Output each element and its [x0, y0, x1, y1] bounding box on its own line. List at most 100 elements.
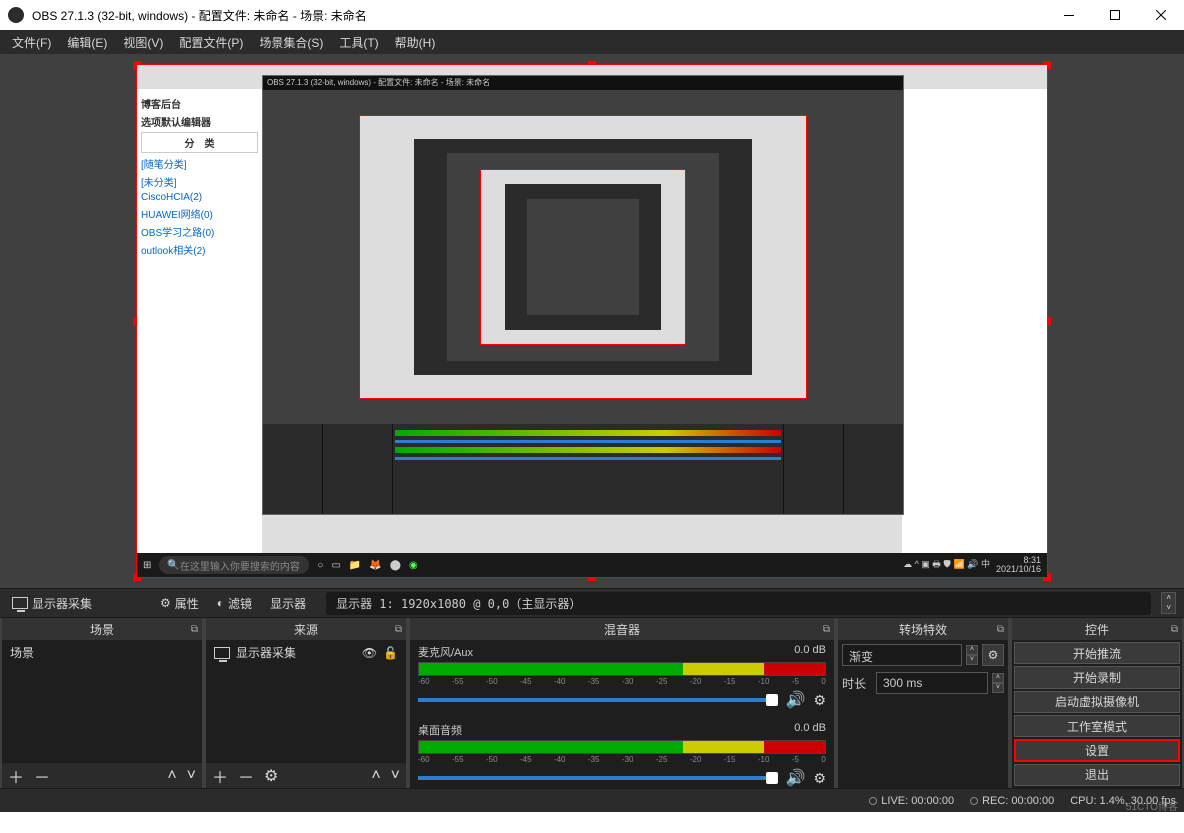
transitions-panel: 转场特效 ⧉ 渐变 ˄˅ ⚙ 时长 300 ms ˄˅ [838, 618, 1008, 788]
gear-icon: ⚙ [160, 596, 171, 610]
scenes-title: 场景 [90, 621, 114, 638]
lock-toggle[interactable]: 🔓 [383, 646, 398, 660]
start-recording-button[interactable]: 开始录制 [1014, 666, 1180, 688]
mute-button[interactable]: 🔊 [786, 768, 806, 788]
duration-stepper[interactable]: ˄˅ [992, 673, 1004, 693]
nested-obs-title: OBS 27.1.3 (32-bit, windows) - 配置文件: 未命名… [263, 76, 903, 90]
menu-edit[interactable]: 编辑(E) [59, 31, 115, 54]
studio-mode-button[interactable]: 工作室模式 [1014, 715, 1180, 737]
scene-down-button[interactable]: ˅ [187, 767, 196, 785]
preview-captured-desktop: 博客后台 选项默认编辑器 分 类 [随笔分类][未分类] CiscoHCIA(2… [137, 65, 1047, 577]
display-field-label: 显示器 [266, 593, 310, 614]
settings-button[interactable]: 设置 [1014, 739, 1180, 761]
status-bar: LIVE: 00:00:00 REC: 00:00:00 CPU: 1.4%, … [0, 788, 1184, 812]
status-rec: REC: 00:00:00 [970, 795, 1054, 807]
display-selector[interactable]: 显示器 1: 1920x1080 @ 0,0（主显示器） [326, 592, 1151, 615]
duration-label: 时长 [842, 675, 872, 692]
exit-button[interactable]: 退出 [1014, 764, 1180, 786]
display-stepper[interactable]: ˄˅ [1161, 592, 1176, 614]
preview-area[interactable]: 博客后台 选项默认编辑器 分 类 [随笔分类][未分类] CiscoHCIA(2… [0, 54, 1184, 588]
watermark: 51CTO博客 [1126, 798, 1178, 813]
close-button[interactable] [1138, 0, 1184, 30]
menu-scene-collection[interactable]: 场景集合(S) [251, 31, 331, 54]
filters-button[interactable]: ◐滤镜 [213, 593, 256, 614]
mixer-panel: 混音器 ⧉ 麦克风/Aux 0.0 dB -60-55-50-45-40-35-30… [410, 618, 834, 788]
source-toolbar: 显示器采集 ⚙属性 ◐滤镜 显示器 显示器 1: 1920x1080 @ 0,0… [0, 588, 1184, 618]
source-up-button[interactable]: ˄ [371, 767, 380, 785]
channel-settings-button[interactable]: ⚙ [813, 770, 826, 787]
controls-panel: 控件 ⧉ 开始推流 开始录制 启动虚拟摄像机 工作室模式 设置 退出 [1012, 618, 1182, 788]
remove-scene-button[interactable]: － [34, 764, 50, 788]
mixer-channel-desktop: 桌面音频 0.0 dB -60-55-50-45-40-35-30-25-20-1… [410, 718, 834, 788]
transition-type-stepper[interactable]: ˄˅ [966, 645, 978, 665]
mute-button[interactable]: 🔊 [786, 690, 806, 710]
nested-browser-right [902, 89, 1047, 553]
volume-slider[interactable] [418, 698, 778, 702]
source-label: 显示器采集 [236, 644, 296, 661]
vu-meter [418, 662, 826, 676]
dock-area: 场景 ⧉ 场景 ＋ － ˄ ˅ 来源 ⧉ 显示器采集 👁 🔓 ＋ － ⚙ ˄ [0, 618, 1184, 788]
scene-row[interactable]: 场景 [2, 640, 202, 665]
channel-db: 0.0 dB [794, 644, 826, 660]
nested-search: 🔍 在这里输入你要搜索的内容 [159, 556, 309, 574]
menubar: 文件(F) 编辑(E) 视图(V) 配置文件(P) 场景集合(S) 工具(T) … [0, 30, 1184, 54]
channel-db: 0.0 dB [794, 722, 826, 738]
channel-settings-button[interactable]: ⚙ [813, 692, 826, 709]
menu-help[interactable]: 帮助(H) [387, 31, 444, 54]
popout-icon[interactable]: ⧉ [191, 624, 198, 635]
live-indicator-icon [869, 797, 877, 805]
add-scene-button[interactable]: ＋ [8, 764, 24, 788]
transition-settings-button[interactable]: ⚙ [982, 644, 1004, 666]
windows-start-icon: ⊞ [143, 560, 151, 571]
start-virtual-cam-button[interactable]: 启动虚拟摄像机 [1014, 691, 1180, 713]
channel-name: 桌面音频 [418, 722, 462, 738]
add-source-button[interactable]: ＋ [212, 764, 228, 788]
monitor-icon [12, 597, 28, 609]
duration-input[interactable]: 300 ms [876, 672, 988, 694]
menu-view[interactable]: 视图(V) [115, 31, 171, 54]
status-live: LIVE: 00:00:00 [869, 795, 954, 807]
channel-name: 麦克风/Aux [418, 644, 473, 660]
monitor-icon [214, 647, 230, 659]
mixer-title: 混音器 [604, 621, 640, 638]
popout-icon[interactable]: ⧉ [997, 624, 1004, 635]
maximize-button[interactable] [1092, 0, 1138, 30]
visibility-toggle[interactable]: 👁 [362, 646, 377, 660]
source-down-button[interactable]: ˅ [391, 767, 400, 785]
menu-tools[interactable]: 工具(T) [331, 31, 386, 54]
vu-scale: -60-55-50-45-40-35-30-25-20-15-10-50 [418, 677, 826, 686]
nested-obs-window: OBS 27.1.3 (32-bit, windows) - 配置文件: 未命名… [262, 75, 904, 515]
menu-file[interactable]: 文件(F) [4, 31, 59, 54]
window-titlebar: OBS 27.1.3 (32-bit, windows) - 配置文件: 未命名… [0, 0, 1184, 30]
nested-taskbar: ⊞ 🔍 在这里输入你要搜索的内容 ○▭📁🦊⬤◉ ☁ ^ ▣ 🖶 🛡 📶 🔊 中 … [137, 553, 1047, 577]
app-icon [8, 7, 24, 23]
popout-icon[interactable]: ⧉ [395, 624, 402, 635]
remove-source-button[interactable]: － [238, 764, 254, 788]
mixer-channel-mic: 麦克风/Aux 0.0 dB -60-55-50-45-40-35-30-25-2… [410, 640, 834, 718]
properties-button[interactable]: ⚙属性 [156, 593, 203, 614]
vu-scale: -60-55-50-45-40-35-30-25-20-15-10-50 [418, 755, 826, 764]
transition-type-select[interactable]: 渐变 [842, 644, 962, 666]
source-properties-button[interactable]: ⚙ [264, 766, 278, 786]
popout-icon[interactable]: ⧉ [823, 624, 830, 635]
scene-up-button[interactable]: ˄ [167, 767, 176, 785]
selected-source-label: 显示器采集 [8, 593, 96, 614]
volume-slider[interactable] [418, 776, 778, 780]
popout-icon[interactable]: ⧉ [1171, 624, 1178, 635]
source-row[interactable]: 显示器采集 👁 🔓 [206, 640, 406, 665]
rec-indicator-icon [970, 797, 978, 805]
preview-source-bounds[interactable]: 博客后台 选项默认编辑器 分 类 [随笔分类][未分类] CiscoHCIA(2… [136, 64, 1048, 578]
vu-meter [418, 740, 826, 754]
transitions-title: 转场特效 [899, 621, 947, 638]
scenes-panel: 场景 ⧉ 场景 ＋ － ˄ ˅ [2, 618, 202, 788]
sources-title: 来源 [294, 621, 318, 638]
start-streaming-button[interactable]: 开始推流 [1014, 642, 1180, 664]
filters-icon: ◐ [217, 596, 224, 610]
controls-title: 控件 [1085, 621, 1109, 638]
sources-panel: 来源 ⧉ 显示器采集 👁 🔓 ＋ － ⚙ ˄ ˅ [206, 618, 406, 788]
window-title: OBS 27.1.3 (32-bit, windows) - 配置文件: 未命名… [32, 7, 1046, 24]
scene-label: 场景 [10, 644, 34, 661]
nested-browser-sidebar: 博客后台 选项默认编辑器 分 类 [随笔分类][未分类] CiscoHCIA(2… [137, 89, 262, 553]
minimize-button[interactable] [1046, 0, 1092, 30]
menu-profile[interactable]: 配置文件(P) [171, 31, 251, 54]
